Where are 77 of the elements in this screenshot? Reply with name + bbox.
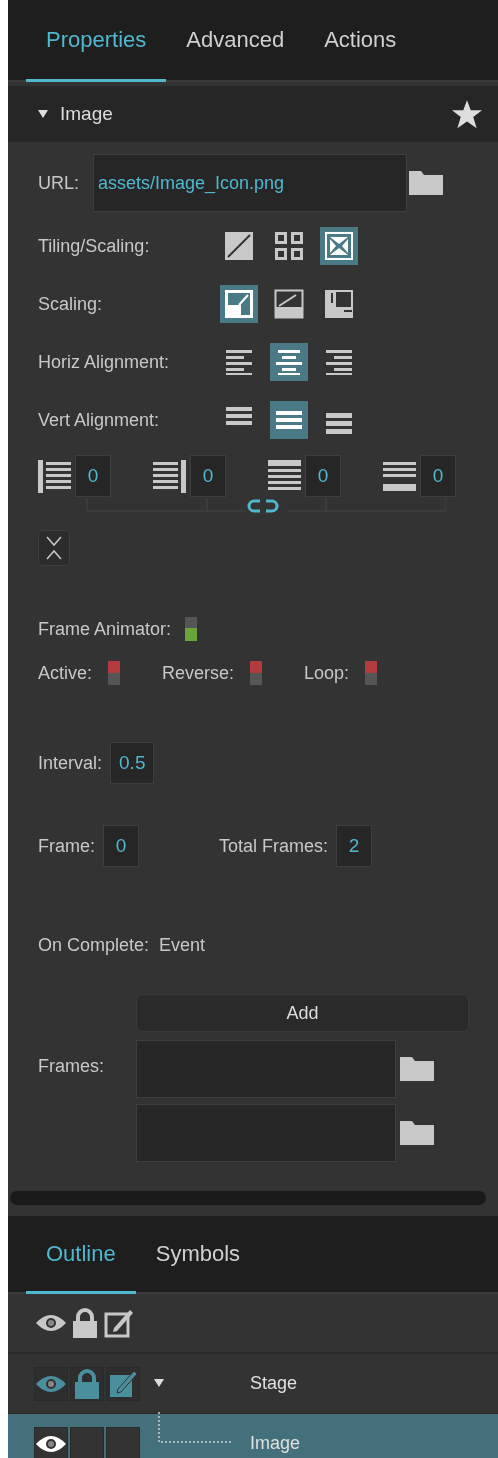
toggle-switch[interactable] xyxy=(185,617,198,641)
star-icon[interactable] xyxy=(452,99,482,129)
toggle-switch[interactable] xyxy=(365,661,378,685)
frame-label: Frame: xyxy=(38,835,95,857)
tile-icon xyxy=(274,231,304,261)
align-center-icon xyxy=(274,347,304,377)
frame-animator-label: Frame Animator: xyxy=(38,618,172,640)
total-frames-label: Total Frames: xyxy=(219,835,329,857)
edit-icon[interactable] xyxy=(104,1308,134,1338)
collapse-button[interactable] xyxy=(38,530,70,566)
on-complete-value[interactable]: Event xyxy=(159,934,206,956)
option-label: Vert Alignment: xyxy=(38,409,161,431)
interval-label: Interval: xyxy=(38,752,103,774)
padding-field[interactable]: 0 xyxy=(420,455,456,497)
eye-icon[interactable] xyxy=(36,1314,66,1332)
outline-label: Stage xyxy=(250,1373,298,1394)
folder-icon[interactable] xyxy=(400,1057,434,1081)
option-button[interactable] xyxy=(270,401,308,439)
chevrons-icon xyxy=(46,536,62,560)
option-button[interactable] xyxy=(320,227,358,265)
align-left-icon xyxy=(224,347,254,377)
tab[interactable]: Properties xyxy=(26,0,167,82)
scrollbar[interactable] xyxy=(10,1191,486,1205)
lock-icon xyxy=(74,1368,100,1399)
frame-file-field[interactable] xyxy=(136,1104,396,1162)
align-right-icon xyxy=(324,347,354,377)
toggle-label: Loop: xyxy=(304,662,350,684)
option-label: Horiz Alignment: xyxy=(38,351,171,373)
stretch-icon xyxy=(224,231,254,261)
folder-icon[interactable] xyxy=(400,1121,434,1145)
url-label: URL: xyxy=(38,172,79,194)
option-label: Tiling/Scaling: xyxy=(38,235,151,257)
caret-icon[interactable] xyxy=(38,110,48,118)
link-bracket-drawing[interactable] xyxy=(86,498,446,514)
tab[interactable]: Symbols xyxy=(135,1216,261,1294)
edit-icon xyxy=(108,1368,138,1399)
option-button[interactable] xyxy=(220,285,258,323)
fill-icon xyxy=(224,289,254,319)
section-header[interactable]: Image xyxy=(8,86,498,142)
eye-icon[interactable] xyxy=(36,1434,66,1453)
edit-toggle[interactable] xyxy=(106,1426,140,1458)
lock-icon[interactable] xyxy=(72,1308,98,1338)
padding-side-icon xyxy=(38,459,71,493)
outline-row[interactable]: Image xyxy=(8,1414,498,1458)
padding-field[interactable]: 0 xyxy=(305,455,341,497)
lock-toggle[interactable] xyxy=(70,1426,104,1458)
section-title: Image xyxy=(60,103,114,125)
option-label: Scaling: xyxy=(38,293,104,315)
padding-edge-icon xyxy=(383,459,416,493)
caret-icon[interactable] xyxy=(154,1378,164,1388)
outline-label: Image xyxy=(250,1433,301,1454)
toggle-label: Active: xyxy=(38,662,93,684)
interval-field[interactable]: 0.5 xyxy=(110,742,155,784)
padding-edge-icon xyxy=(268,459,301,493)
padding-side-icon xyxy=(153,459,186,493)
padding-field[interactable]: 0 xyxy=(75,455,111,497)
on-complete-label: On Complete: xyxy=(38,934,150,956)
folder-icon[interactable] xyxy=(409,171,443,195)
tab[interactable]: Outline xyxy=(26,1216,136,1294)
frame-file-field[interactable] xyxy=(136,1040,396,1098)
total-frames-field[interactable]: 2 xyxy=(336,825,373,867)
url-field[interactable]: assets/Image_Icon.png xyxy=(93,154,407,212)
edit-toggle[interactable] xyxy=(106,1366,140,1401)
tab[interactable]: Advanced xyxy=(166,0,305,82)
offset-icon xyxy=(324,289,354,319)
fit-icon xyxy=(324,231,354,261)
lock-toggle[interactable] xyxy=(70,1366,104,1401)
option-button[interactable] xyxy=(270,343,308,381)
add-button[interactable]: Add xyxy=(136,994,469,1032)
padding-field[interactable]: 0 xyxy=(190,455,226,497)
frames-label: Frames: xyxy=(38,1056,105,1078)
scale-icon xyxy=(274,289,304,319)
frame-field[interactable]: 0 xyxy=(103,825,139,867)
toggle-switch[interactable] xyxy=(108,661,121,685)
toggle-switch[interactable] xyxy=(250,661,263,685)
toggle-label: Reverse: xyxy=(162,662,235,684)
tab[interactable]: Actions xyxy=(304,0,417,82)
